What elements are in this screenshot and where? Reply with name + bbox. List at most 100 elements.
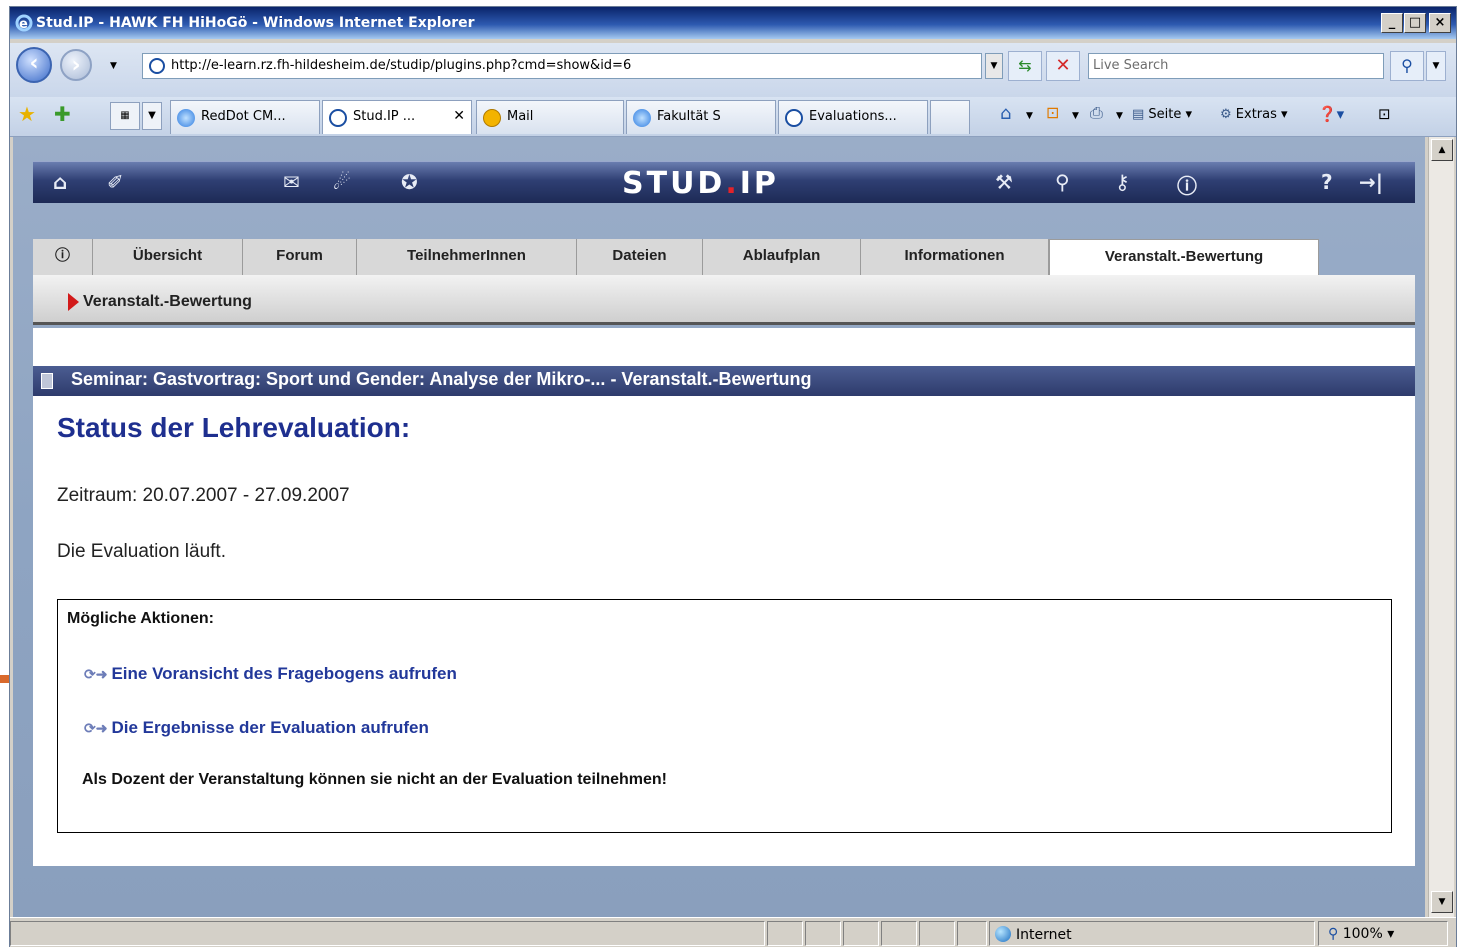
browser-tab-row: ★ ✚ ▦ ▼ RedDot CM... Stud.IP ... ✕ Mail … [10, 97, 1456, 137]
zoom-icon: ⚲ [1328, 926, 1339, 942]
minimize-button[interactable]: _ [1381, 13, 1403, 33]
close-window-button[interactable]: × [1429, 13, 1451, 33]
tab-list-button[interactable]: ▼ [142, 102, 162, 130]
page-viewport: ⌂ ✐ ✉ ☄ ✪ STUD.IP ⚒ ⚲ ⚷ ⓘ ? →| ⓘ Übersic… [13, 137, 1425, 917]
home-dropdown-icon[interactable]: ▼ [1026, 111, 1033, 121]
subnav-item-bewertung[interactable]: Veranstalt.-Bewertung [83, 293, 252, 311]
courses-icon[interactable]: ✐ [107, 170, 124, 194]
quick-tabs-icon: ▦ [120, 110, 130, 121]
logout-icon[interactable]: →| [1359, 170, 1383, 194]
tab-label: Mail [507, 109, 534, 124]
tools-menu[interactable]: ⚙ Extras ▾ [1220, 107, 1288, 122]
chat-icon[interactable]: ☄ [333, 170, 351, 194]
tab-reddot[interactable]: RedDot CM... [170, 100, 320, 134]
close-tab-icon[interactable]: ✕ [453, 108, 465, 124]
key-icon[interactable]: ⚷ [1115, 170, 1130, 194]
studip-logo: STUD.IP [622, 166, 779, 201]
status-cell [957, 921, 987, 946]
status-text-cell [10, 921, 765, 946]
tools-menu-label: Extras [1235, 107, 1277, 122]
home-icon[interactable]: ⌂ [1000, 103, 1011, 124]
favorites-star-icon[interactable]: ★ [18, 102, 36, 126]
tab-ablaufplan[interactable]: Ablaufplan [703, 239, 861, 275]
actions-heading: Mögliche Aktionen: [67, 610, 214, 627]
studip-icon [329, 109, 347, 127]
seminar-icon [41, 373, 53, 389]
refresh-icon: ⇆ [1018, 56, 1032, 75]
tab-mail[interactable]: Mail [476, 100, 624, 134]
address-field[interactable]: http://e-learn.rz.fh-hildesheim.de/studi… [142, 53, 982, 79]
scroll-down-button[interactable]: ▼ [1431, 891, 1453, 913]
ie-icon [177, 109, 195, 127]
red-arrow-icon [68, 293, 79, 311]
forward-arrow-icon: › [71, 53, 81, 78]
mail-icon [483, 109, 501, 127]
print-dropdown-icon[interactable]: ▼ [1116, 111, 1123, 121]
help-icon[interactable]: ? [1321, 170, 1333, 194]
evaluation-period: Zeitraum: 20.07.2007 - 27.09.2007 [57, 485, 350, 506]
info-icon[interactable]: ⓘ [1177, 170, 1197, 199]
gear-icon: ⚙ [1220, 107, 1236, 122]
tab-label: Fakultät S [657, 109, 721, 124]
print-icon[interactable]: ⎙ [1090, 103, 1103, 123]
evaluation-results-link[interactable]: ⟳➜ Die Ergebnisse der Evaluation aufrufen [84, 718, 429, 738]
seminar-title: Seminar: Gastvortrag: Sport und Gender: … [71, 369, 812, 389]
back-button[interactable]: ‹ [16, 47, 52, 83]
refresh-button[interactable]: ⇆ [1008, 51, 1042, 81]
feeds-icon[interactable]: ⊡ [1046, 103, 1059, 122]
page-title: Status der Lehrevaluation: [57, 412, 411, 443]
messages-icon[interactable]: ✉ [283, 170, 300, 194]
tab-studip[interactable]: Stud.IP ... ✕ [322, 100, 472, 134]
address-dropdown-button[interactable]: ▼ [985, 53, 1003, 79]
quick-tabs-button[interactable]: ▦ [110, 102, 140, 130]
tab-dateien[interactable]: Dateien [577, 239, 703, 275]
main-content: Seminar: Gastvortrag: Sport und Gender: … [33, 328, 1415, 866]
tab-veranstalt-bewertung[interactable]: Veranstalt.-Bewertung [1049, 239, 1319, 277]
ie-icon: e [15, 14, 33, 32]
security-zone: Internet [995, 926, 1072, 943]
history-dropdown-icon[interactable]: ▼ [110, 61, 117, 71]
browser-window: e Stud.IP - HAWK FH HiHoGö - Windows Int… [9, 6, 1457, 947]
preview-questionnaire-link[interactable]: ⟳➜ Eine Voransicht des Fragebogens aufruf… [84, 664, 457, 684]
title-bar: e Stud.IP - HAWK FH HiHoGö - Windows Int… [10, 7, 1456, 39]
status-cell [881, 921, 917, 946]
status-cell [805, 921, 841, 946]
status-cell [767, 921, 803, 946]
tab-info[interactable]: ⓘ [33, 239, 93, 275]
page-menu[interactable]: ▤ Seite ▾ [1132, 107, 1192, 122]
forward-button[interactable]: › [60, 49, 92, 81]
zoom-control[interactable]: ⚲ 100% ▾ [1328, 926, 1394, 942]
address-toolbar: ‹ › ▼ http://e-learn.rz.fh-hildesheim.de… [10, 43, 1456, 99]
search-button[interactable]: ⚲ [1390, 51, 1424, 81]
search-icon[interactable]: ⚲ [1055, 170, 1070, 194]
help-icon[interactable]: ❓▾ [1318, 105, 1344, 123]
page-menu-label: Seite [1148, 107, 1182, 122]
status-cell [919, 921, 955, 946]
tab-evaluations[interactable]: Evaluations... [778, 100, 928, 134]
search-options-button[interactable]: ▼ [1426, 51, 1446, 81]
stop-icon: ✕ [1055, 55, 1071, 76]
tab-fakultaet[interactable]: Fakultät S [626, 100, 776, 134]
preview-link-label: Eine Voransicht des Fragebogens aufrufen [111, 664, 457, 683]
maximize-button[interactable]: □ [1404, 13, 1426, 33]
tools-icon[interactable]: ⚒ [995, 170, 1013, 194]
online-icon[interactable]: ✪ [401, 170, 418, 194]
tab-uebersicht[interactable]: Übersicht [93, 239, 243, 275]
studip-header-bar: ⌂ ✐ ✉ ☄ ✪ STUD.IP ⚒ ⚲ ⚷ ⓘ ? →| [33, 161, 1415, 203]
vertical-scrollbar[interactable]: ▲ ▼ [1428, 137, 1454, 917]
live-search-input[interactable]: Live Search [1088, 53, 1384, 79]
feeds-dropdown-icon[interactable]: ▼ [1072, 111, 1079, 121]
zone-label: Internet [1016, 927, 1072, 943]
scroll-up-button[interactable]: ▲ [1431, 139, 1453, 161]
new-tab-button[interactable] [930, 100, 970, 134]
add-favorite-icon[interactable]: ✚ [54, 102, 71, 126]
search-icon: ⚲ [1401, 56, 1413, 75]
home-icon[interactable]: ⌂ [53, 170, 67, 194]
tab-label: RedDot CM... [201, 109, 286, 124]
studip-icon [785, 109, 803, 127]
tab-informationen[interactable]: Informationen [861, 239, 1049, 275]
research-icon[interactable]: ⊡ [1378, 105, 1391, 123]
stop-button[interactable]: ✕ [1046, 51, 1080, 81]
tab-teilnehmerinnen[interactable]: TeilnehmerInnen [357, 239, 577, 275]
tab-forum[interactable]: Forum [243, 239, 357, 275]
